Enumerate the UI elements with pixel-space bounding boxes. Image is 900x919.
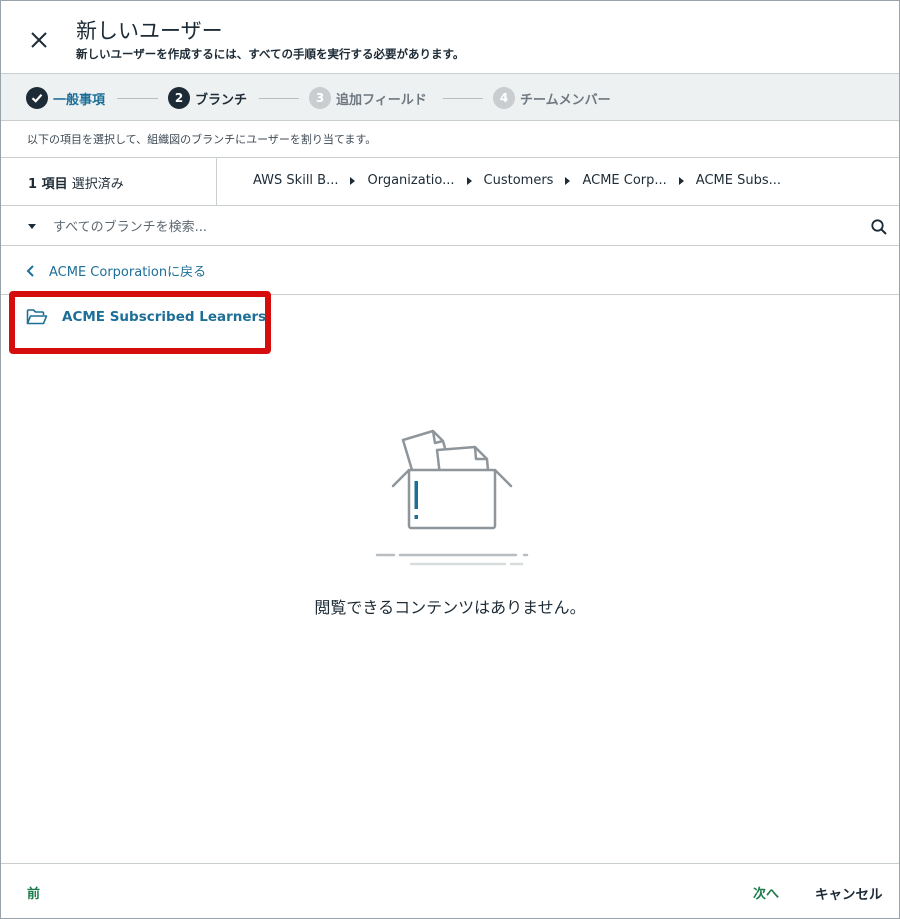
step-label: 追加フィールド	[336, 92, 427, 108]
step-additional-fields[interactable]: 3 追加フィールド	[309, 86, 427, 110]
previous-button[interactable]: 前	[27, 883, 40, 902]
instruction-text: 以下の項目を選択して、組織図のブランチにユーザーを割り当てます。	[27, 133, 377, 146]
step-number: 4	[493, 87, 515, 109]
caret-right-icon	[565, 176, 571, 185]
breadcrumb-item[interactable]: Customers	[484, 173, 554, 188]
step-label: ブランチ	[195, 92, 248, 108]
divider	[1, 205, 899, 206]
step-number: 3	[309, 87, 331, 109]
breadcrumb-item[interactable]: Organizatio...	[367, 173, 454, 188]
empty-box-illustration	[371, 426, 531, 571]
folder-open-icon	[26, 309, 48, 325]
step-connector	[443, 98, 483, 99]
step-label: チームメンバー	[520, 92, 611, 108]
step-team-members[interactable]: 4 チームメンバー	[493, 86, 611, 110]
caret-right-icon	[678, 176, 684, 185]
step-label: 一般事項	[53, 92, 106, 108]
new-user-dialog: 新しいユーザー 新しいユーザーを作成するには、すべての手順を実行する必要がありま…	[0, 0, 900, 919]
divider	[1, 157, 899, 158]
selected-count-suffix: 選択済み	[67, 177, 124, 192]
caret-right-icon	[350, 176, 356, 185]
search-icon[interactable]	[870, 218, 888, 236]
branch-list-item[interactable]: ACME Subscribed Learners	[26, 308, 266, 326]
step-branch[interactable]: 2 ブランチ	[168, 86, 247, 110]
step-number: 2	[168, 87, 190, 109]
vertical-divider	[216, 158, 217, 205]
step-general[interactable]: 一般事項	[26, 86, 105, 110]
back-to-parent-link[interactable]: ACME Corporationに戻る	[25, 261, 206, 280]
footer-divider	[1, 863, 899, 864]
dialog-header: 新しいユーザー 新しいユーザーを作成するには、すべての手順を実行する必要がありま…	[1, 1, 899, 73]
dialog-title: 新しいユーザー	[76, 19, 223, 43]
cancel-button[interactable]: キャンセル	[815, 883, 883, 903]
chevron-left-icon	[26, 264, 34, 277]
back-link-label: ACME Corporationに戻る	[49, 265, 207, 280]
close-icon[interactable]	[27, 28, 51, 52]
divider	[1, 245, 899, 246]
step-connector	[117, 98, 158, 99]
dialog-subtitle: 新しいユーザーを作成するには、すべての手順を実行する必要があります。	[76, 47, 465, 61]
breadcrumb-item[interactable]: AWS Skill B...	[253, 173, 338, 188]
branch-item-label: ACME Subscribed Learners	[62, 309, 267, 325]
caret-down-icon[interactable]	[28, 224, 36, 229]
breadcrumb: AWS Skill B... Organizatio... Customers …	[253, 173, 781, 188]
wizard-stepper: 一般事項 2 ブランチ 3 追加フィールド 4 チームメンバー	[1, 73, 899, 121]
empty-state-message: 閲覧できるコンテンツはありません。	[314, 598, 586, 617]
selected-count: 1 項目 選択済み	[28, 173, 124, 192]
selected-count-number: 1 項目	[28, 177, 68, 192]
step-connector	[259, 98, 299, 99]
check-icon	[26, 87, 48, 109]
branch-search-input[interactable]	[53, 216, 853, 238]
breadcrumb-item[interactable]: ACME Subs...	[696, 173, 781, 188]
breadcrumb-item[interactable]: ACME Corp...	[582, 173, 666, 188]
caret-right-icon	[466, 176, 472, 185]
next-button[interactable]: 次へ	[753, 883, 779, 902]
